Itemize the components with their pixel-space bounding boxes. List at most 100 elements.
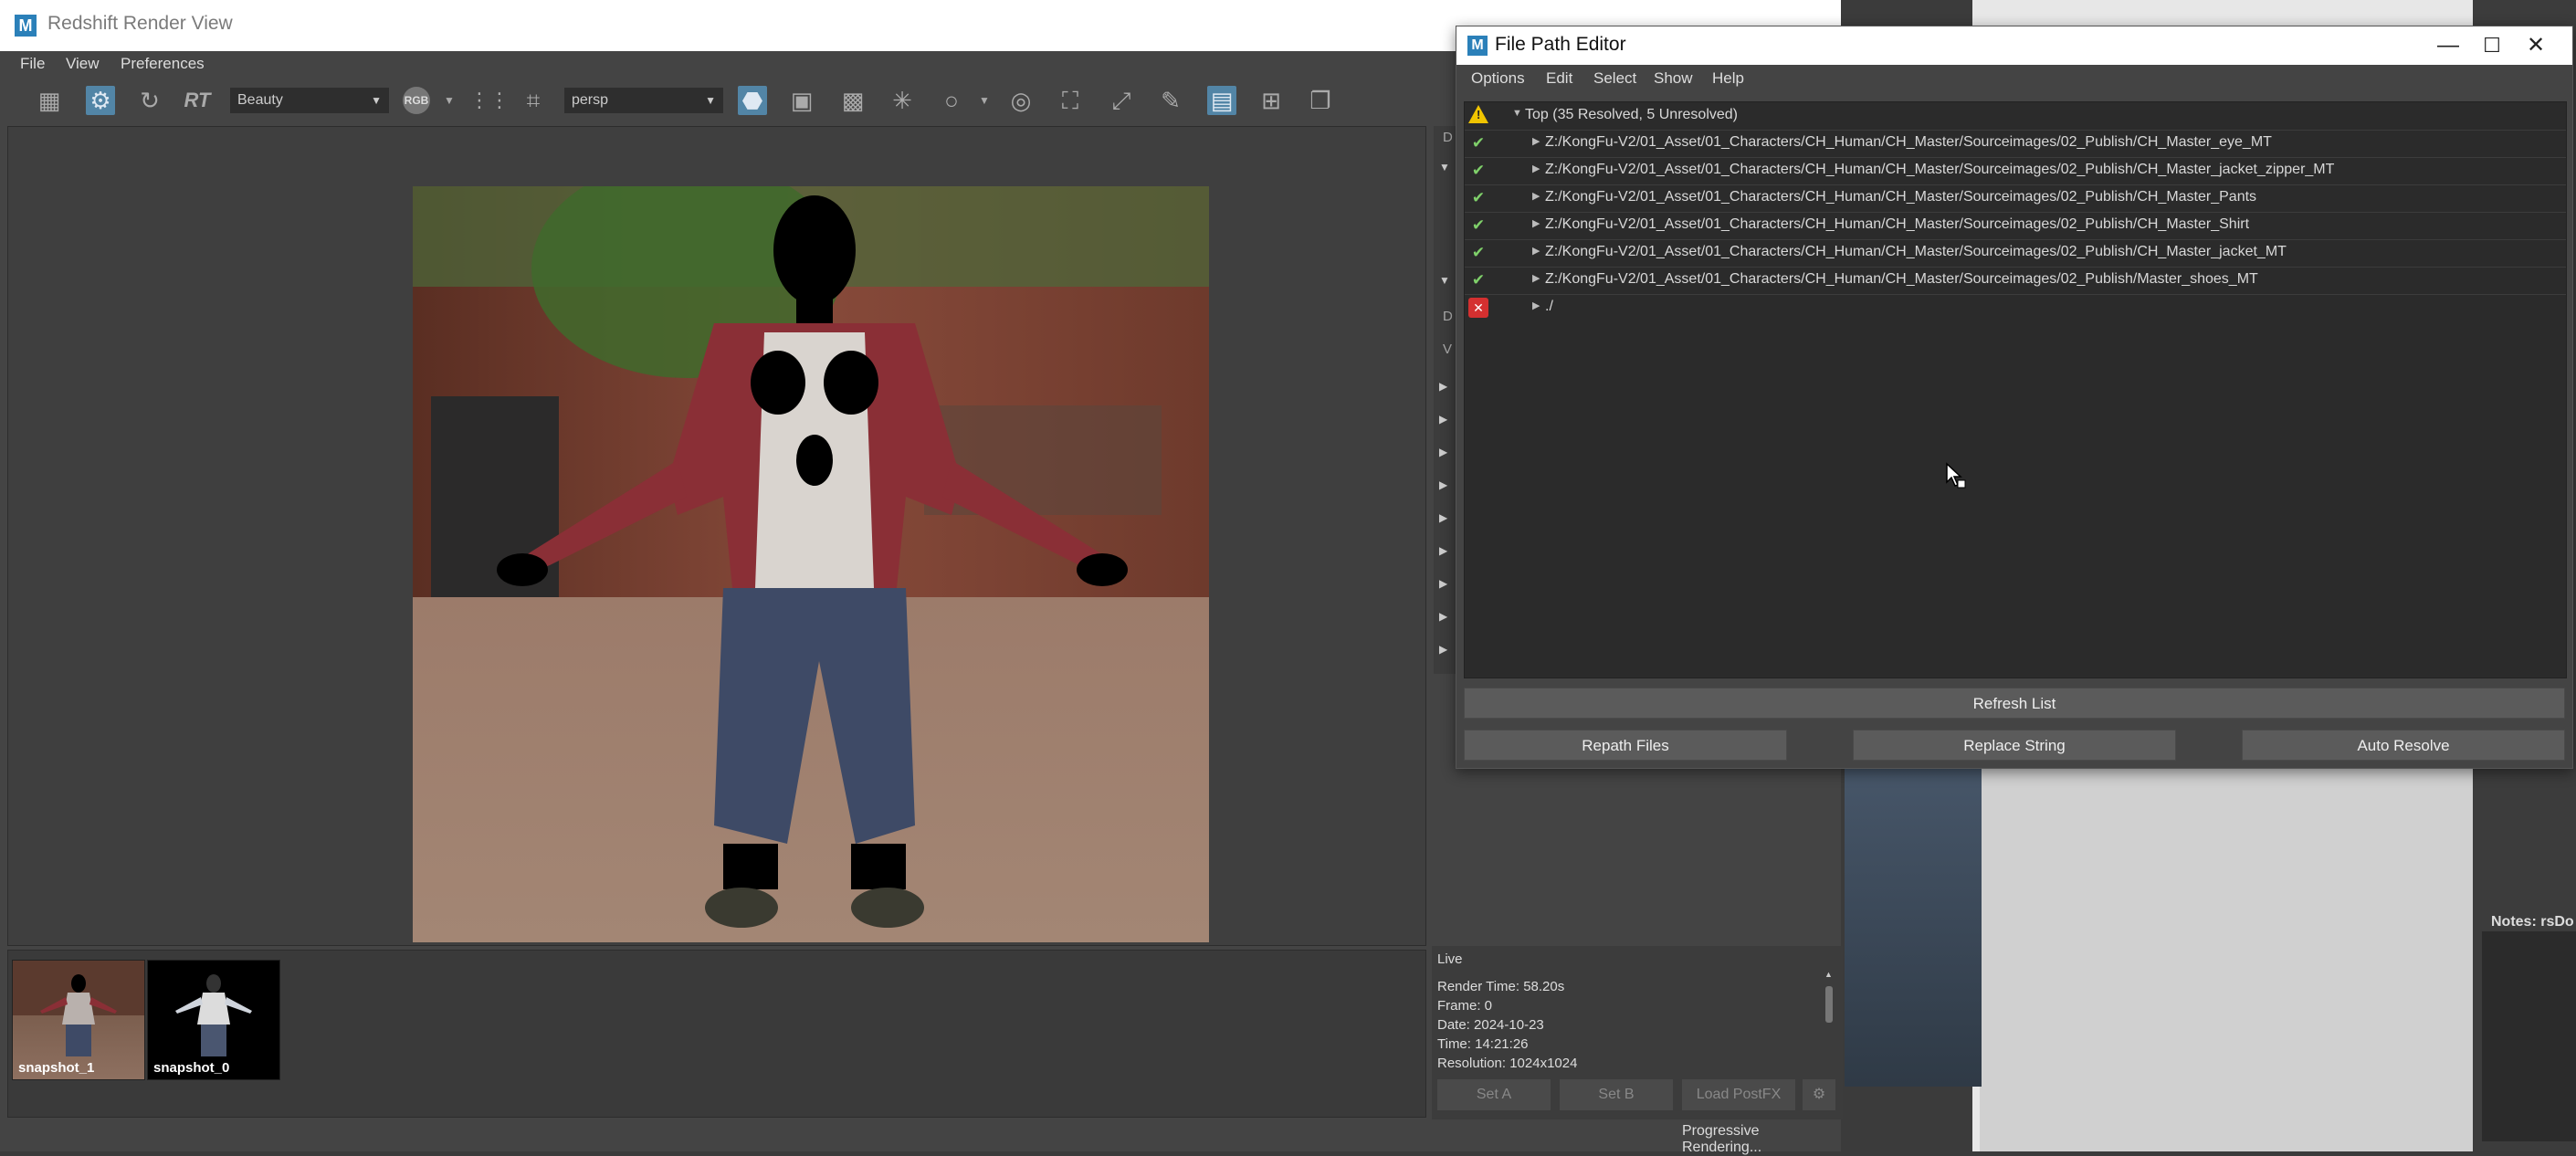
- chevron-right-icon[interactable]: ▶: [1439, 511, 1447, 524]
- rgb-channel-icon[interactable]: RGB: [402, 86, 431, 115]
- target-icon[interactable]: ◎: [1006, 86, 1036, 115]
- chevron-right-icon[interactable]: ▶: [1532, 163, 1540, 174]
- snapshot-label: snapshot_1: [18, 1060, 95, 1076]
- info-mode: Live: [1437, 951, 1463, 967]
- gear-icon[interactable]: ⚙: [86, 86, 115, 115]
- file-path: Z:/KongFu-V2/01_Asset/01_Characters/CH_H…: [1545, 162, 2335, 177]
- check-icon: ✔: [1471, 162, 1486, 179]
- file-path: ./: [1545, 299, 1553, 314]
- chevron-right-icon[interactable]: ▶: [1532, 245, 1540, 257]
- clapper-icon[interactable]: ▦: [35, 86, 64, 115]
- snapshot-thumbnail[interactable]: snapshot_0: [147, 960, 280, 1080]
- maximize-button[interactable]: ☐: [2474, 30, 2510, 61]
- aov-value: Beauty: [237, 92, 283, 108]
- chevron-right-icon[interactable]: ▶: [1439, 610, 1447, 623]
- side-letter-d: D: [1443, 130, 1453, 145]
- menu-edit[interactable]: Edit: [1546, 69, 1572, 88]
- chevron-right-icon[interactable]: ▶: [1532, 190, 1540, 202]
- camera-lock-icon[interactable]: ⬣: [738, 86, 767, 115]
- overlay-icon[interactable]: ▤: [1207, 86, 1236, 115]
- notes-label: Notes: rsDo: [2491, 914, 2574, 930]
- file-path-editor-window: M File Path Editor — ☐ ✕ Options Edit Se…: [1456, 26, 2573, 769]
- background-window: [1980, 767, 2473, 1151]
- dots-icon[interactable]: ⋮⋮: [469, 86, 510, 115]
- table-row[interactable]: ✔ ▶ Z:/KongFu-V2/01_Asset/01_Characters/…: [1465, 157, 2566, 184]
- info-date: Date: 2024-10-23: [1437, 1017, 1544, 1033]
- chevron-right-icon[interactable]: ▶: [1439, 643, 1447, 656]
- info-scrollbar[interactable]: ▲ ▼: [1823, 970, 1835, 1099]
- tree-header-label: Top (35 Resolved, 5 Unresolved): [1525, 107, 1739, 122]
- render-image: [413, 186, 1209, 942]
- snapshot-thumbnail[interactable]: snapshot_1: [12, 960, 145, 1080]
- repath-files-button[interactable]: Repath Files: [1464, 730, 1787, 761]
- table-row[interactable]: ✔ ▶ Z:/KongFu-V2/01_Asset/01_Characters/…: [1465, 239, 2566, 267]
- rgb-label: RGB: [403, 87, 430, 114]
- auto-resolve-button[interactable]: Auto Resolve: [2242, 730, 2565, 761]
- info-time: Time: 14:21:26: [1437, 1036, 1529, 1052]
- chevron-right-icon[interactable]: ▶: [1439, 413, 1447, 426]
- chevron-right-icon[interactable]: ▶: [1532, 217, 1540, 229]
- table-row[interactable]: ✔ ▶ Z:/KongFu-V2/01_Asset/01_Characters/…: [1465, 130, 2566, 157]
- chevron-down-icon[interactable]: ▼: [435, 86, 464, 115]
- set-a-button[interactable]: Set A: [1437, 1079, 1551, 1110]
- title-bar[interactable]: M File Path Editor — ☐ ✕: [1456, 26, 2572, 65]
- menu-help[interactable]: Help: [1712, 69, 1744, 88]
- tree-header-row[interactable]: ! ▼ Top (35 Resolved, 5 Unresolved): [1465, 102, 2566, 130]
- table-row[interactable]: ✕ ▶ ./: [1465, 294, 2566, 321]
- replace-string-button[interactable]: Replace String: [1853, 730, 2176, 761]
- menu-preferences[interactable]: Preferences: [121, 55, 205, 73]
- check-icon: ✔: [1471, 244, 1486, 261]
- video-camera-icon[interactable]: ▣: [787, 86, 816, 115]
- chevron-down-icon[interactable]: ▼: [1512, 108, 1522, 119]
- edit-icon[interactable]: ✎: [1156, 86, 1185, 115]
- copy-icon[interactable]: ❐: [1306, 86, 1335, 115]
- chevron-right-icon[interactable]: ▶: [1532, 135, 1540, 147]
- chevron-right-icon[interactable]: ▶: [1439, 544, 1447, 557]
- chevron-right-icon[interactable]: ▶: [1532, 300, 1540, 311]
- table-row[interactable]: ✔ ▶ Z:/KongFu-V2/01_Asset/01_Characters/…: [1465, 212, 2566, 239]
- chevron-right-icon[interactable]: ▶: [1532, 272, 1540, 284]
- refresh-list-button[interactable]: Refresh List: [1464, 688, 2565, 719]
- background-window-dark: [1845, 721, 1982, 1087]
- chevron-right-icon[interactable]: ▶: [1439, 577, 1447, 590]
- menu-options[interactable]: Options: [1471, 69, 1525, 88]
- camera-dropdown[interactable]: persp ▼: [564, 88, 723, 113]
- minimize-button[interactable]: —: [2430, 30, 2466, 61]
- chevron-down-icon[interactable]: ▼: [1439, 161, 1450, 173]
- gear-icon[interactable]: ⚙: [1803, 1079, 1835, 1110]
- refresh-icon[interactable]: ↻: [135, 86, 164, 115]
- menu-select[interactable]: Select: [1593, 69, 1636, 88]
- load-postfx-button[interactable]: Load PostFX: [1682, 1079, 1795, 1110]
- table-row[interactable]: ✔ ▶ Z:/KongFu-V2/01_Asset/01_Characters/…: [1465, 267, 2566, 294]
- table-row[interactable]: ✔ ▶ Z:/KongFu-V2/01_Asset/01_Characters/…: [1465, 184, 2566, 212]
- menu-show[interactable]: Show: [1654, 69, 1693, 88]
- aov-dropdown[interactable]: Beauty ▼: [230, 88, 389, 113]
- crop-icon[interactable]: ⌗: [519, 86, 548, 115]
- maya-app-icon: M: [15, 15, 37, 37]
- chevron-right-icon[interactable]: ▶: [1439, 446, 1447, 458]
- scroll-up-icon[interactable]: ▲: [1824, 970, 1833, 979]
- scroll-thumb[interactable]: [1825, 986, 1833, 1023]
- snapshot-add-icon[interactable]: ⊞: [1256, 86, 1286, 115]
- status-bar: [7, 1121, 1841, 1143]
- set-b-button[interactable]: Set B: [1560, 1079, 1673, 1110]
- chevron-right-icon[interactable]: ▶: [1439, 380, 1447, 393]
- frame-icon[interactable]: ⤢: [1107, 86, 1136, 115]
- snowflake-icon[interactable]: ✳: [888, 86, 917, 115]
- maya-app-icon: M: [1467, 36, 1488, 56]
- check-icon: ✔: [1471, 216, 1486, 234]
- focus-icon[interactable]: ⛶: [1056, 86, 1085, 115]
- menu-bar: Options Edit Select Show Help: [1456, 65, 2572, 92]
- circle-icon[interactable]: ○: [937, 86, 966, 115]
- close-button[interactable]: ✕: [2518, 30, 2554, 61]
- grid-icon[interactable]: ▩: [838, 86, 867, 115]
- menu-view[interactable]: View: [66, 55, 100, 73]
- chevron-down-icon[interactable]: ▼: [1439, 274, 1450, 287]
- file-path-tree[interactable]: ! ▼ Top (35 Resolved, 5 Unresolved) ✔ ▶ …: [1464, 101, 2567, 678]
- chevron-down-icon[interactable]: ▼: [970, 86, 999, 115]
- chevron-right-icon[interactable]: ▶: [1439, 478, 1447, 491]
- rt-icon[interactable]: RT: [183, 86, 212, 115]
- render-image-content: [413, 186, 1209, 942]
- menu-file[interactable]: File: [20, 55, 45, 73]
- menu-bar: File View Preferences: [0, 51, 1461, 77]
